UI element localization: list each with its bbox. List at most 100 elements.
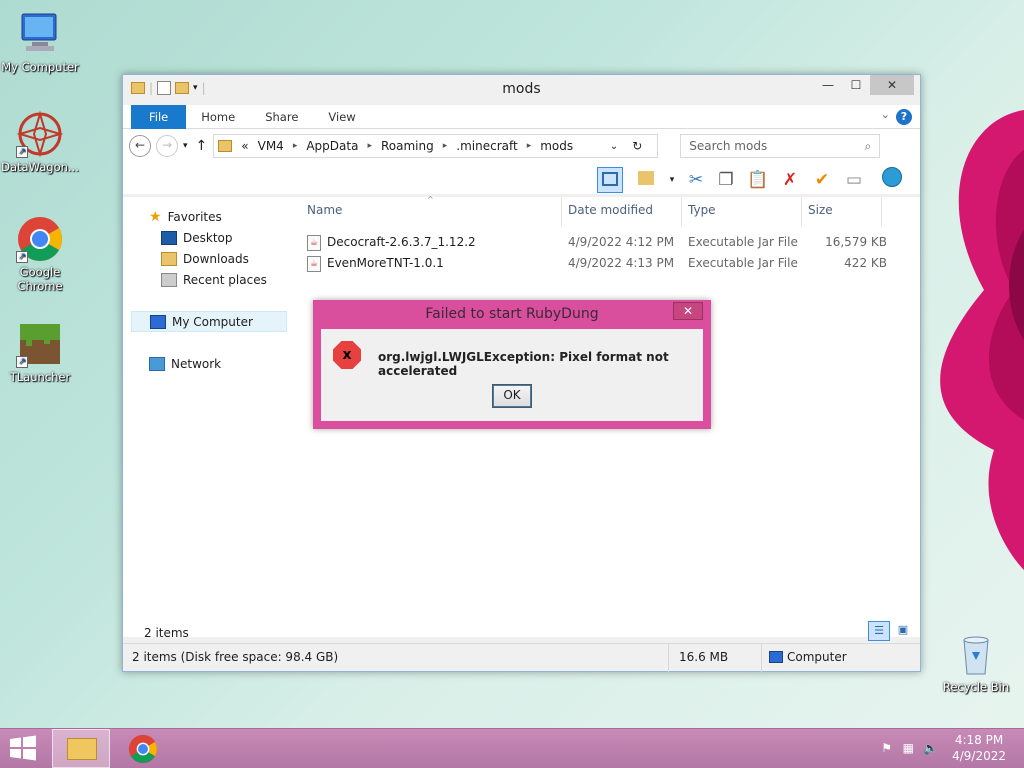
nav-recent-places[interactable]: Recent places [161,273,267,287]
address-bar[interactable]: « VM4 ▸ AppData ▸ Roaming ▸ .minecraft ▸ mod… [213,134,659,158]
refresh-icon[interactable]: ↻ [632,139,642,153]
status-text: 2 items (Disk free space: 98.4 GB) [132,650,339,664]
close-button[interactable]: ✕ [870,75,914,95]
item-count: 2 items [144,626,189,640]
column-header-type[interactable]: Type [688,203,716,217]
navigation-bar: ← → ▾ ↑ « VM4 ▸ AppData ▸ Roaming ▸ .minecr… [123,129,920,163]
grass-block-icon: ↗ [16,320,64,368]
desktop-icon-recycle-bin[interactable]: Recycle Bin [934,630,1018,694]
maximize-button[interactable]: ☐ [842,75,870,95]
recycle-bin-icon [952,630,1000,678]
breadcrumb-appdata[interactable]: AppData [306,139,358,153]
chrome-icon [128,734,158,764]
desktop-icon-label: My Computer [1,60,79,74]
error-message: org.lwjgl.LWJGLException: Pixel format n… [378,350,669,378]
breadcrumb-minecraft[interactable]: .minecraft [456,139,517,153]
desktop-icon-datawagon[interactable]: ↗ DataWagon... [0,110,82,174]
table-row[interactable]: ☕ EvenMoreTNT-1.0.1 4/9/2022 4:13 PM Exec… [307,253,887,273]
preview-pane-icon[interactable] [597,167,623,193]
taskbar: ⚑ ▦ 🔈 4:18 PM 4/9/2022 [0,728,1024,768]
nav-desktop[interactable]: Desktop [161,231,233,245]
forward-button[interactable]: → [156,135,178,157]
tab-file[interactable]: File [131,104,187,129]
ribbon-tabs: File Home Share View ⌄ ? [123,104,920,129]
minimize-button[interactable]: — [814,75,842,95]
details-view-button[interactable]: ☰ [868,621,890,641]
network-tray-icon[interactable]: ▦ [903,741,914,755]
action-center-icon[interactable]: ⚑ [881,741,892,755]
folder-options-icon[interactable] [633,167,659,193]
expand-ribbon-icon[interactable]: ⌄ [881,108,890,121]
desktop-icon-label: DataWagon... [1,160,79,174]
computer-icon [150,314,166,329]
nav-network[interactable]: Network [149,357,221,371]
table-row[interactable]: ☕ Decocraft-2.6.3.7_1.12.2 4/9/2022 4:12 … [307,232,887,252]
chevron-down-icon[interactable]: ▾ [659,167,685,193]
breadcrumb-vm4[interactable]: VM4 [258,139,284,153]
up-button[interactable]: ↑ [196,138,208,154]
copy-icon[interactable]: ❐ [713,167,739,193]
taskbar-file-explorer[interactable] [52,729,110,768]
column-header-date[interactable]: Date modified [568,203,653,217]
chrome-icon: ↗ [16,215,64,263]
back-button[interactable]: ← [129,135,151,157]
nav-my-computer[interactable]: My Computer [131,311,287,332]
command-toolbar: ▾ ✂ ❐ 📋 ✗ ✔ ▭ [123,163,920,195]
file-type: Executable Jar File [688,256,798,270]
desktop-icon-tlauncher[interactable]: ↗ TLauncher [0,320,82,384]
rename-icon[interactable]: ▭ [841,167,867,193]
tab-view[interactable]: View [313,105,370,129]
desktop-icon-label: TLauncher [9,370,71,384]
jar-file-icon: ☕ [307,234,321,251]
clock-time: 4:18 PM [954,733,1004,747]
address-dropdown-icon[interactable]: ⌄ [610,141,618,152]
paste-icon[interactable]: 📋 [745,167,771,193]
taskbar-chrome[interactable] [126,732,162,766]
file-size: 422 KB [844,256,887,270]
delete-icon[interactable]: ✗ [777,167,803,193]
nav-item-label: Recent places [183,273,267,287]
help-icon[interactable]: ? [896,109,912,125]
clock-date: 4/9/2022 [952,749,1006,763]
jar-file-icon: ☕ [307,255,321,272]
nav-downloads[interactable]: Downloads [161,252,249,266]
navigation-pane: ★ Favorites Desktop Downloads Recent pla… [123,197,293,637]
tab-share[interactable]: Share [250,105,313,129]
desktop-icon-my-computer[interactable]: My Computer [0,10,82,74]
desktop-icon-google-chrome[interactable]: ↗ Google Chrome [0,215,82,293]
file-name: Decocraft-2.6.3.7_1.12.2 [327,235,476,249]
clock[interactable]: 4:18 PM 4/9/2022 [952,732,1006,764]
cut-icon[interactable]: ✂ [683,167,709,193]
column-header-name[interactable]: Name [307,203,342,217]
nav-favorites[interactable]: ★ Favorites [149,209,222,225]
nav-item-label: Desktop [183,231,233,245]
window-title: mods [502,81,541,97]
dialog-title: Failed to start RubyDung [425,306,599,322]
nav-favorites-label: Favorites [167,210,222,224]
column-header-size[interactable]: Size [808,203,833,217]
desktop-icon-label: Google Chrome [17,265,63,293]
checkmark-icon[interactable]: ✔ [809,167,835,193]
tab-home[interactable]: Home [186,105,250,129]
error-dialog: Failed to start RubyDung ✕ x org.lwjgl.L… [313,300,711,429]
network-icon [149,357,165,371]
search-input[interactable]: Search mods ⌕ [680,134,881,158]
breadcrumb-overflow[interactable]: « [241,139,248,153]
breadcrumb-roaming[interactable]: Roaming [381,139,434,153]
recent-locations-icon[interactable]: ▾ [183,141,188,151]
file-name: EvenMoreTNT-1.0.1 [327,256,444,270]
title-bar[interactable]: | ▾ | mods — ☐ ✕ [123,75,920,105]
computer-icon [769,651,783,663]
shortcut-arrow-icon: ↗ [16,251,28,263]
file-type: Executable Jar File [688,235,798,249]
dialog-close-button[interactable]: ✕ [673,302,703,320]
downloads-icon [161,252,177,266]
dialog-body: x org.lwjgl.LWJGLException: Pixel format… [321,329,703,421]
globe-icon[interactable] [879,167,905,193]
start-button[interactable] [8,735,38,761]
recent-places-icon [161,273,177,287]
breadcrumb-mods[interactable]: mods [540,139,573,153]
large-icons-view-button[interactable]: ▣ [892,621,914,641]
ok-button[interactable]: OK [492,384,532,408]
volume-muted-icon[interactable]: 🔈 [923,741,938,755]
